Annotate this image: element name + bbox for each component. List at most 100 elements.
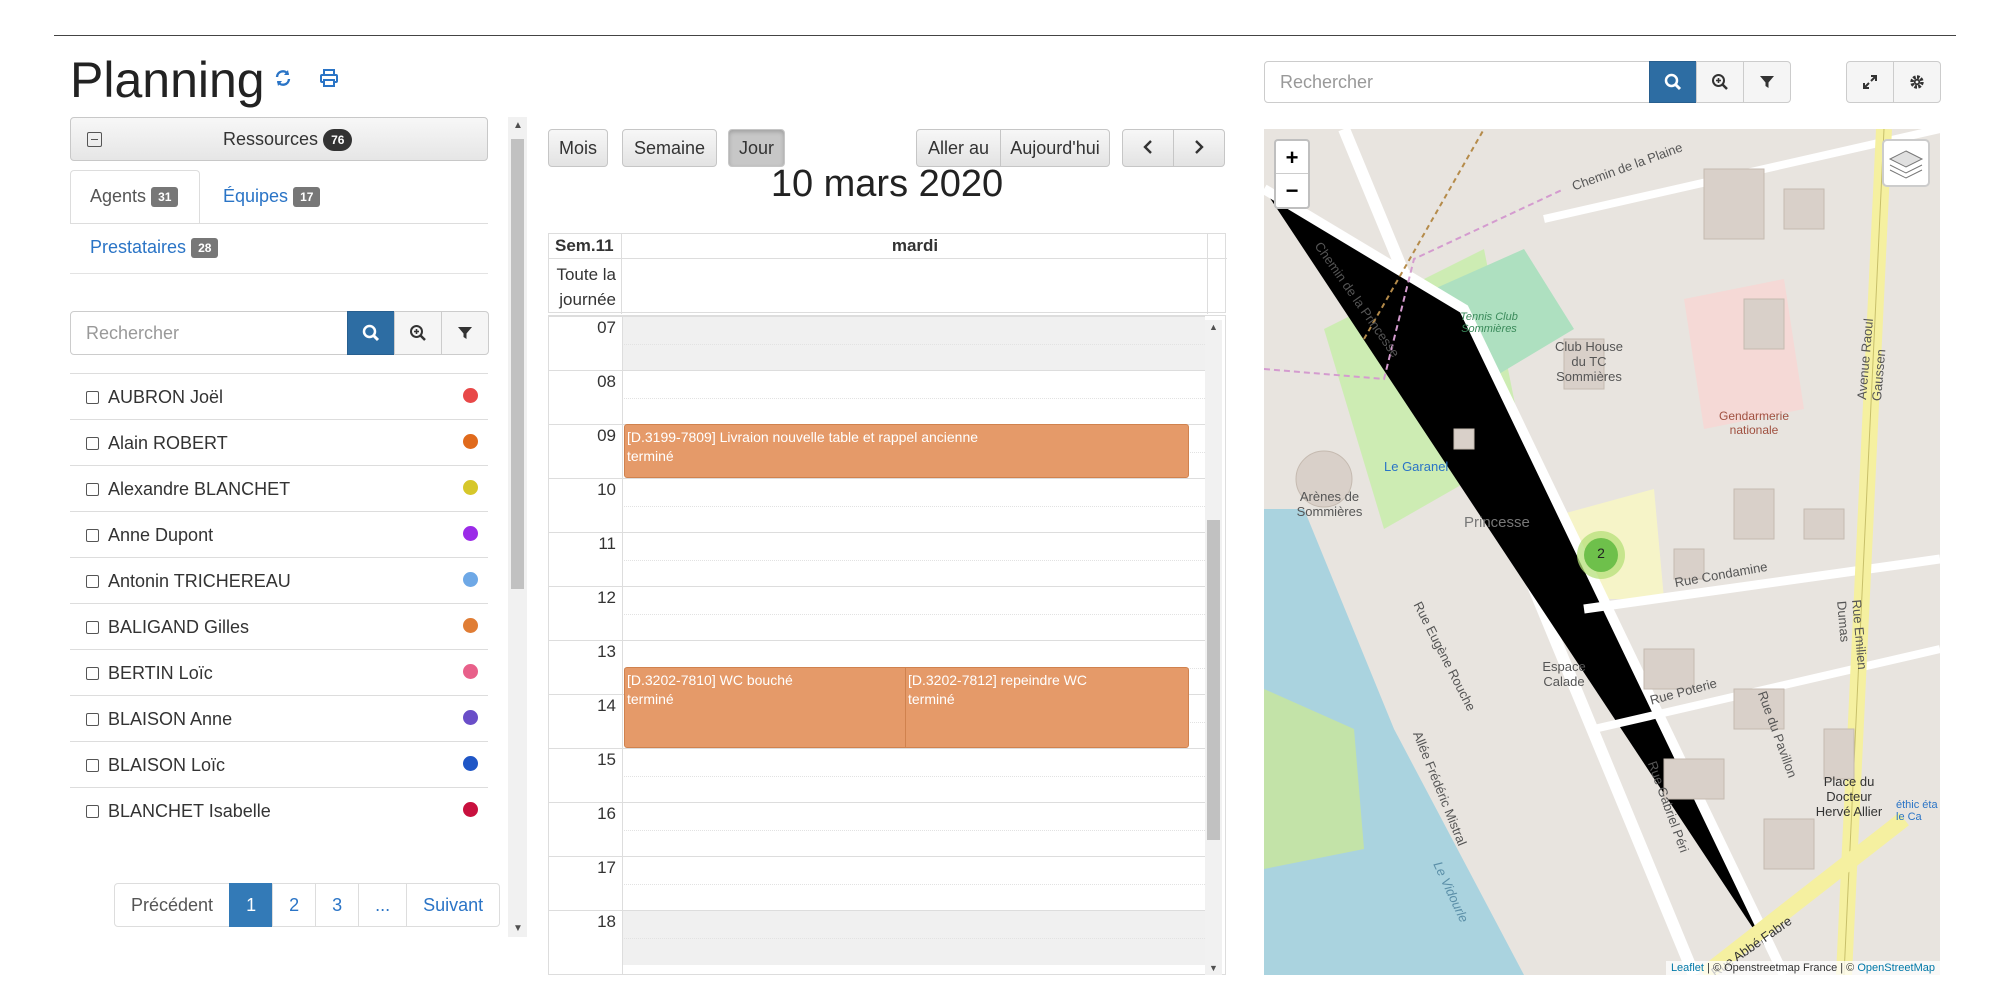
list-item[interactable]: Alain ROBERT [70, 419, 488, 465]
agent-checkbox[interactable] [86, 621, 99, 634]
leaflet-link[interactable]: Leaflet [1671, 962, 1704, 974]
tab-prestataires-count: 28 [191, 238, 219, 259]
agent-checkbox[interactable] [86, 667, 99, 680]
hour-label: 14 [597, 696, 616, 715]
hour-slot[interactable]: 17 [549, 856, 1205, 910]
map-zoom-search-button[interactable] [1696, 61, 1744, 103]
calendar-event[interactable]: [D.3202-7812] repeindre WC terminé [905, 667, 1189, 748]
allday-label: Toute la journée [556, 265, 616, 309]
goto-date-button[interactable]: Aller au [916, 129, 1001, 167]
hour-slot[interactable]: 15 [549, 748, 1205, 802]
hour-slot[interactable]: 16 [549, 802, 1205, 856]
zoom-out-button[interactable]: − [1276, 174, 1308, 207]
agent-name: BLAISON Loïc [108, 755, 226, 775]
map-search-button[interactable] [1649, 61, 1697, 103]
agent-checkbox[interactable] [86, 483, 99, 496]
layers-icon [1888, 150, 1924, 179]
fullscreen-button[interactable] [1846, 61, 1894, 103]
resource-search-input[interactable]: Rechercher [70, 311, 348, 355]
list-item[interactable]: BERTIN Loïc [70, 649, 488, 695]
hour-slot[interactable]: 12 [549, 586, 1205, 640]
view-day-button[interactable]: Jour [728, 129, 785, 167]
pagination-next[interactable]: Suivant [406, 883, 501, 927]
list-item[interactable]: BLANCHET Isabelle [70, 787, 488, 833]
marker-cluster-count[interactable]: 2 [1589, 545, 1613, 561]
refresh-icon[interactable] [270, 68, 296, 94]
hour-slot[interactable]: 10 [549, 478, 1205, 532]
scrollbar-thumb[interactable] [511, 139, 524, 589]
hour-label: 09 [597, 426, 616, 445]
osm-link[interactable]: OpenStreetMap [1857, 962, 1935, 974]
map-view[interactable]: 2 Chemin de la Plaine Chemin de la Princ… [1264, 129, 1940, 975]
agent-name: Alexandre BLANCHET [108, 479, 291, 499]
map-label: éthic éta le Ca [1896, 799, 1938, 823]
pagination-page-1[interactable]: 1 [229, 883, 274, 927]
agent-checkbox[interactable] [86, 437, 99, 450]
tabs-divider-2 [70, 273, 488, 274]
list-item[interactable]: BALIGAND Gilles [70, 603, 488, 649]
resource-zoom-search-button[interactable] [394, 311, 442, 355]
resource-search-button[interactable] [347, 311, 395, 355]
resources-scrollbar[interactable]: ▲ ▼ [508, 117, 527, 937]
half-hour-line [622, 884, 1205, 885]
list-item[interactable]: BLAISON Loïc [70, 741, 488, 787]
pagination-page-3[interactable]: 3 [315, 883, 360, 927]
pagination: Précédent 1 2 3 ... Suivant [114, 883, 501, 927]
scroll-up-icon[interactable]: ▲ [1209, 322, 1218, 332]
scroll-down-icon[interactable]: ▼ [513, 923, 523, 934]
agent-checkbox[interactable] [86, 713, 99, 726]
tab-equipes[interactable]: Équipes 17 [223, 186, 321, 208]
view-week-button[interactable]: Semaine [622, 129, 717, 167]
zoom-in-icon [1712, 74, 1728, 90]
prev-button[interactable] [1122, 129, 1174, 167]
print-icon[interactable] [316, 68, 342, 94]
settings-button[interactable] [1893, 61, 1941, 103]
agent-checkbox[interactable] [86, 805, 99, 818]
calendar-scrollbar[interactable]: ▲ ▼ [1205, 320, 1222, 975]
pagination-ellipsis[interactable]: ... [358, 883, 408, 927]
agent-checkbox[interactable] [86, 575, 99, 588]
tab-equipes-label: Équipes [223, 186, 289, 206]
hour-label: 13 [597, 642, 616, 661]
attribution-text: | © Openstreetmap France | © [1703, 962, 1858, 974]
hour-slot[interactable]: 11 [549, 532, 1205, 586]
pagination-previous[interactable]: Précédent [114, 883, 231, 927]
today-button[interactable]: Aujourd'hui [1000, 129, 1110, 167]
pagination-page-2[interactable]: 2 [272, 883, 317, 927]
map-label: Espace Calade [1542, 659, 1586, 689]
collapse-icon[interactable] [87, 132, 102, 147]
resource-filter-button[interactable] [441, 311, 489, 355]
calendar-timeline[interactable]: 07 08 09 10 11 12 13 14 15 16 17 18 [D.3… [548, 315, 1226, 975]
event-status: terminé [908, 691, 955, 707]
tab-prestataires[interactable]: Prestataires 28 [90, 237, 219, 259]
list-item[interactable]: Antonin TRICHEREAU [70, 557, 488, 603]
agent-checkbox[interactable] [86, 391, 99, 404]
layers-button[interactable] [1882, 139, 1930, 187]
scroll-up-icon[interactable]: ▲ [513, 120, 523, 131]
hour-label: 15 [597, 750, 616, 769]
tab-agents[interactable]: Agents 31 [70, 170, 200, 224]
list-item[interactable]: AUBRON Joël [70, 373, 488, 419]
resources-toggle-bar[interactable]: Ressources 76 [70, 117, 488, 161]
hour-slot[interactable]: 07 [549, 316, 1205, 371]
agent-checkbox[interactable] [86, 529, 99, 542]
scroll-down-icon[interactable]: ▼ [1209, 963, 1218, 973]
hour-slot[interactable]: 18 [549, 910, 1205, 965]
list-item[interactable]: Anne Dupont [70, 511, 488, 557]
list-item[interactable]: BLAISON Anne [70, 695, 488, 741]
list-item[interactable]: Alexandre BLANCHET [70, 465, 488, 511]
zoom-in-button[interactable]: + [1276, 141, 1308, 174]
agent-name: Anne Dupont [108, 525, 214, 545]
calendar-event[interactable]: [D.3199-7809] Livraion nouvelle table et… [624, 424, 1189, 478]
view-month-button[interactable]: Mois [548, 129, 608, 167]
map-filter-button[interactable] [1743, 61, 1791, 103]
agent-color-dot [463, 434, 478, 449]
agent-name: BLAISON Anne [108, 709, 233, 729]
calendar-event[interactable]: [D.3202-7810] WC bouché terminé [624, 667, 906, 748]
agent-checkbox[interactable] [86, 759, 99, 772]
map-search-input[interactable]: Rechercher [1264, 61, 1650, 103]
next-button[interactable] [1173, 129, 1225, 167]
map-label: Le Garanel [1384, 459, 1449, 474]
hour-slot[interactable]: 08 [549, 370, 1205, 424]
scrollbar-thumb[interactable] [1207, 520, 1220, 840]
